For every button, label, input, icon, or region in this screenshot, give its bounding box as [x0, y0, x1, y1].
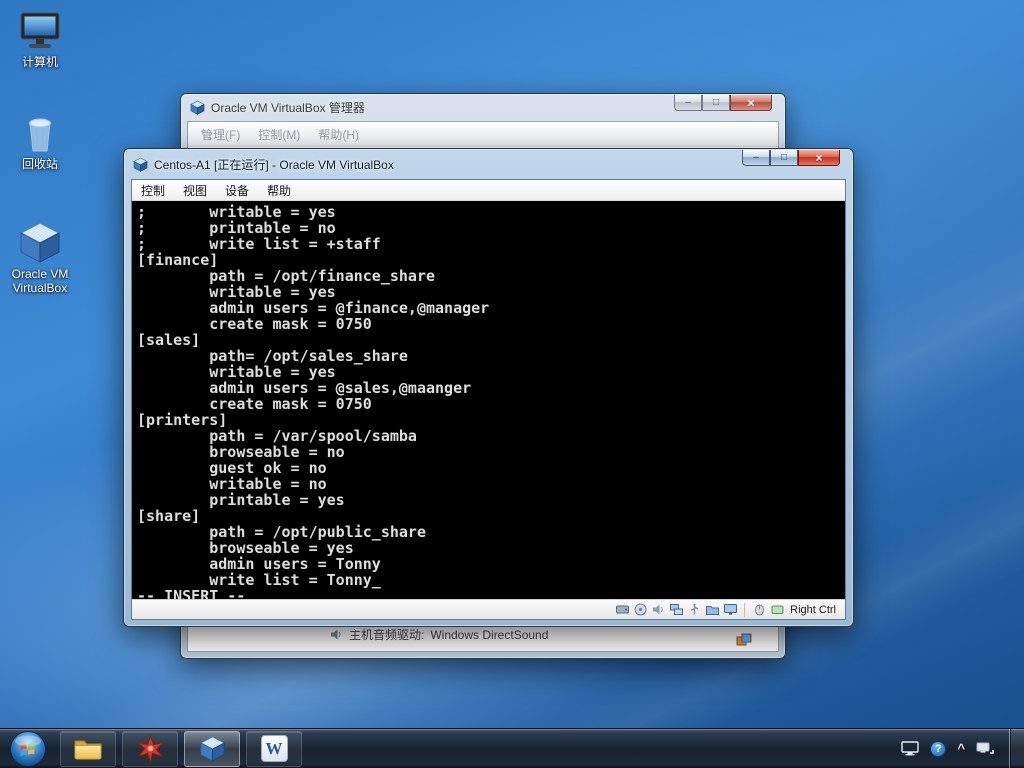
vm-window-controls: – □ × [742, 150, 840, 166]
usb-status-icon[interactable] [687, 603, 701, 617]
word-icon: W [260, 735, 288, 762]
minimize-button[interactable]: – [742, 150, 770, 166]
audio-driver-label: 主机音频驱动: [349, 628, 425, 642]
audio-icon [331, 629, 341, 640]
taskbar-app-explorer[interactable] [60, 730, 116, 767]
desktop-icon-virtualbox[interactable]: Oracle VM VirtualBox [0, 220, 80, 295]
recycle-bin-icon [29, 118, 51, 152]
menu-item-view[interactable]: 视图 [174, 180, 216, 201]
windows-logo-icon [10, 730, 46, 767]
display-status-icon[interactable] [723, 603, 737, 617]
manager-window-title: Oracle VM VirtualBox 管理器 [211, 101, 365, 115]
taskbar: W ? ^ [0, 728, 1024, 768]
desktop-icon-label: 回收站 [21, 157, 58, 171]
audio-driver-row: 主机音频驱动: Windows DirectSound [330, 626, 548, 643]
vm-window-body: 控制 视图 设备 帮助 ; writable = yes ; printable… [131, 179, 846, 620]
start-button[interactable] [9, 730, 47, 768]
host-key-state-icon[interactable] [770, 603, 784, 617]
menu-item-machine[interactable]: 控制 [132, 180, 174, 201]
desktop: 计算机 回收站 Oracle VM VirtualBox Oracle VM V… [0, 0, 1024, 768]
desktop-icon-recycle-bin[interactable]: 回收站 [0, 112, 80, 171]
menu-item-machine[interactable]: 控制(M) [249, 124, 309, 145]
desktop-icon-label: 计算机 [21, 55, 58, 69]
help-tray-icon[interactable]: ? [930, 740, 947, 757]
manager-menubar: 管理(F) 控制(M) 帮助(H) [188, 122, 778, 147]
vm-window-title: Centos-A1 [正在运行] - Oracle VM VirtualBox [154, 157, 394, 172]
computer-icon [20, 12, 60, 48]
desktop-icon-computer[interactable]: 计算机 [0, 10, 80, 69]
show-hidden-icons-button[interactable]: ^ [957, 742, 965, 755]
optical-disk-status-icon[interactable] [633, 603, 647, 617]
shared-folders-status-icon[interactable] [705, 603, 719, 617]
show-desktop-button[interactable] [1009, 728, 1024, 768]
desktop-icon-label: Oracle VM VirtualBox [11, 267, 69, 295]
display-tray-icon[interactable] [901, 741, 920, 756]
manager-titlebar[interactable]: Oracle VM VirtualBox 管理器 – □ × [181, 94, 785, 121]
network-tray-icon[interactable] [976, 741, 994, 756]
virtualbox-logo-icon [190, 100, 205, 115]
close-button[interactable]: × [730, 95, 772, 111]
harddisk-status-icon[interactable] [615, 603, 629, 617]
virtualbox-cube-icon [19, 222, 61, 263]
virtualbox-logo-icon [133, 157, 148, 172]
word-letter: W [265, 738, 283, 758]
taskbar-app-media[interactable] [122, 730, 178, 767]
vm-window: Centos-A1 [正在运行] - Oracle VM VirtualBox … [123, 148, 854, 627]
host-key-label: Right Ctrl [790, 603, 836, 616]
vm-statusbar: Right Ctrl [132, 599, 845, 619]
maximize-button[interactable]: □ [702, 95, 730, 111]
vm-menubar: 控制 视图 设备 帮助 [132, 180, 845, 201]
network-status-icon[interactable] [669, 603, 683, 617]
close-button[interactable]: × [798, 150, 840, 166]
status-corner-icon [736, 633, 752, 646]
mouse-integration-icon[interactable] [752, 603, 766, 617]
help-glyph: ? [935, 742, 942, 755]
menu-item-help[interactable]: 帮助 [258, 180, 300, 201]
menu-item-devices[interactable]: 设备 [216, 180, 258, 201]
statusbar-separator [744, 602, 746, 617]
virtualbox-cube-icon [199, 736, 225, 762]
menu-item-manage[interactable]: 管理(F) [192, 124, 249, 145]
audio-driver-value: Windows DirectSound [430, 627, 549, 642]
manager-window-controls: – □ × [674, 95, 772, 111]
folder-icon [74, 740, 102, 759]
taskbar-app-word[interactable]: W [246, 730, 302, 767]
vm-titlebar[interactable]: Centos-A1 [正在运行] - Oracle VM VirtualBox … [124, 149, 853, 179]
taskbar-app-virtualbox[interactable] [184, 730, 240, 767]
minimize-button[interactable]: – [674, 95, 702, 111]
audio-status-icon[interactable] [651, 603, 665, 617]
red-flower-icon [136, 735, 164, 762]
system-tray: ? ^ [901, 728, 1024, 768]
menu-item-help[interactable]: 帮助(H) [309, 124, 368, 145]
vm-console-terminal[interactable]: ; writable = yes ; printable = no ; writ… [132, 201, 845, 599]
maximize-button[interactable]: □ [770, 150, 798, 166]
